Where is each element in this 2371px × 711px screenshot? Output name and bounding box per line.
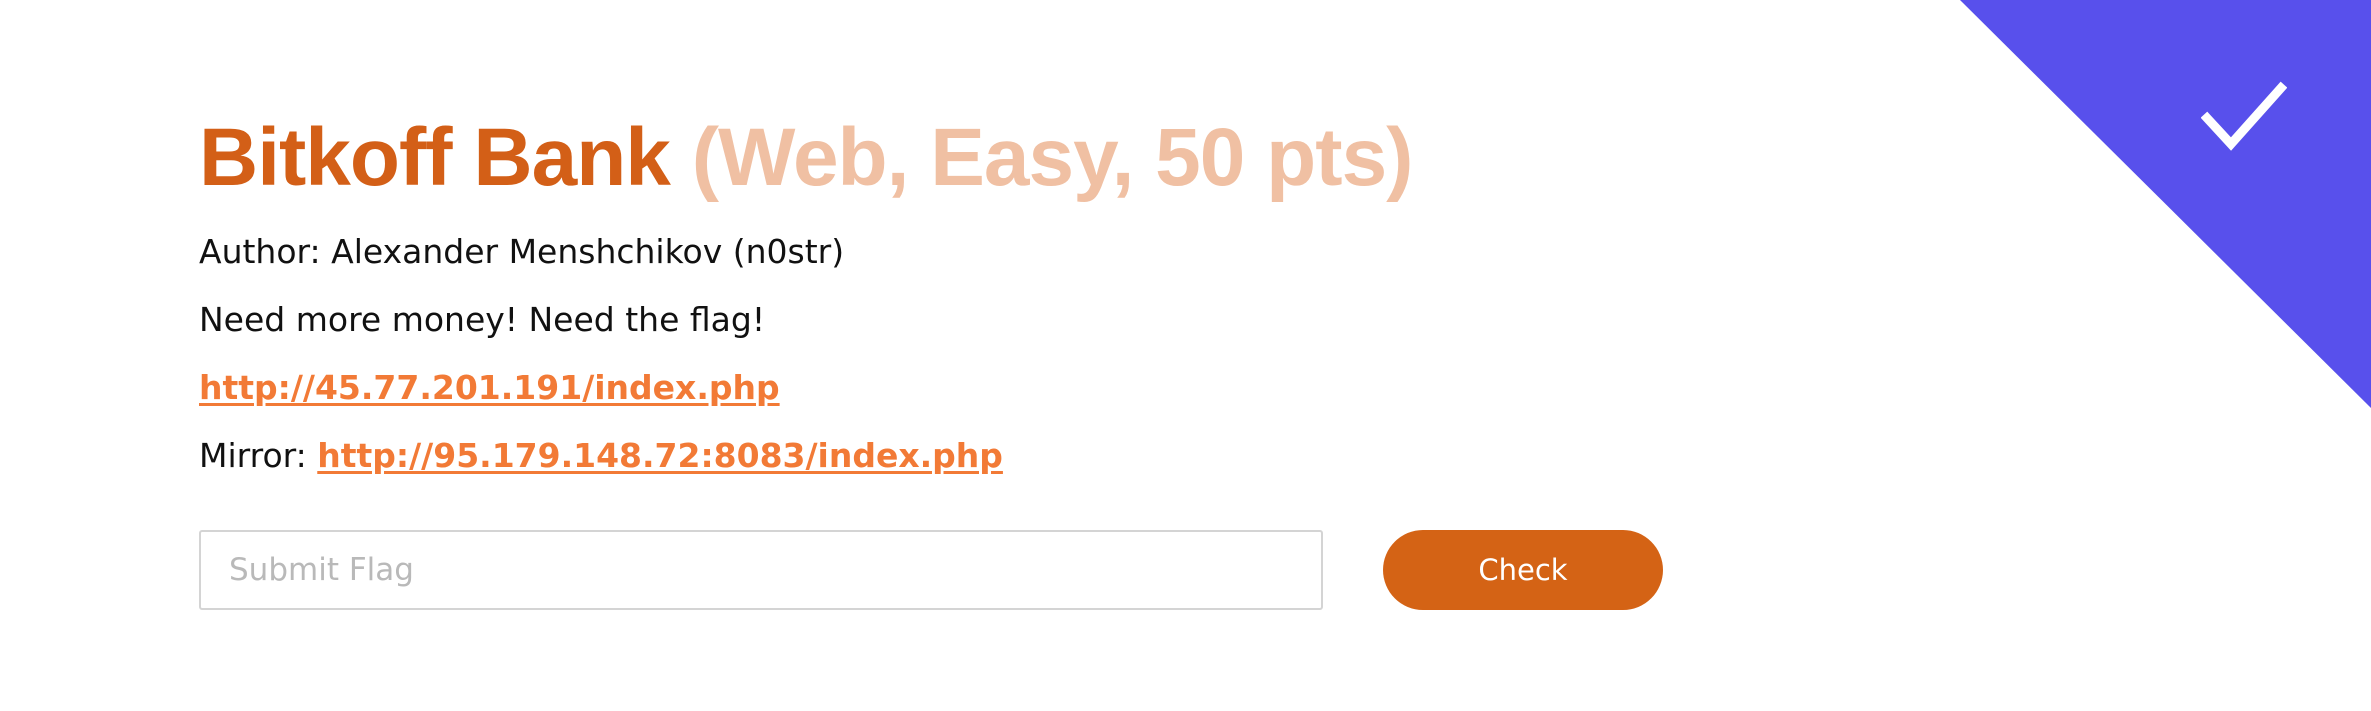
check-icon (2201, 81, 2287, 151)
challenge-link-line: http://45.77.201.191/index.php (199, 366, 780, 410)
challenge-title: Bitkoff Bank (Web, Easy, 50 pts) (199, 100, 1414, 216)
challenge-meta: (Web, Easy, 50 pts) (691, 112, 1414, 203)
mirror-line: Mirror: http://95.179.148.72:8083/index.… (199, 434, 1003, 478)
challenge-card: Bitkoff Bank (Web, Easy, 50 pts) Author:… (199, 100, 1663, 610)
challenge-name: Bitkoff Bank (199, 112, 671, 203)
check-button[interactable]: Check (1383, 530, 1663, 610)
flag-input[interactable] (199, 530, 1323, 610)
challenge-page: Bitkoff Bank (Web, Easy, 50 pts) Author:… (0, 0, 2371, 711)
challenge-link[interactable]: http://45.77.201.191/index.php (199, 368, 780, 407)
challenge-description: Need more money! Need the flag! (199, 300, 766, 339)
mirror-label: Mirror: (199, 436, 307, 475)
solved-corner-badge (1960, 0, 2371, 408)
author-line: Author: Alexander Menshchikov (n0str) (199, 232, 845, 271)
mirror-link[interactable]: http://95.179.148.72:8083/index.php (317, 436, 1003, 475)
